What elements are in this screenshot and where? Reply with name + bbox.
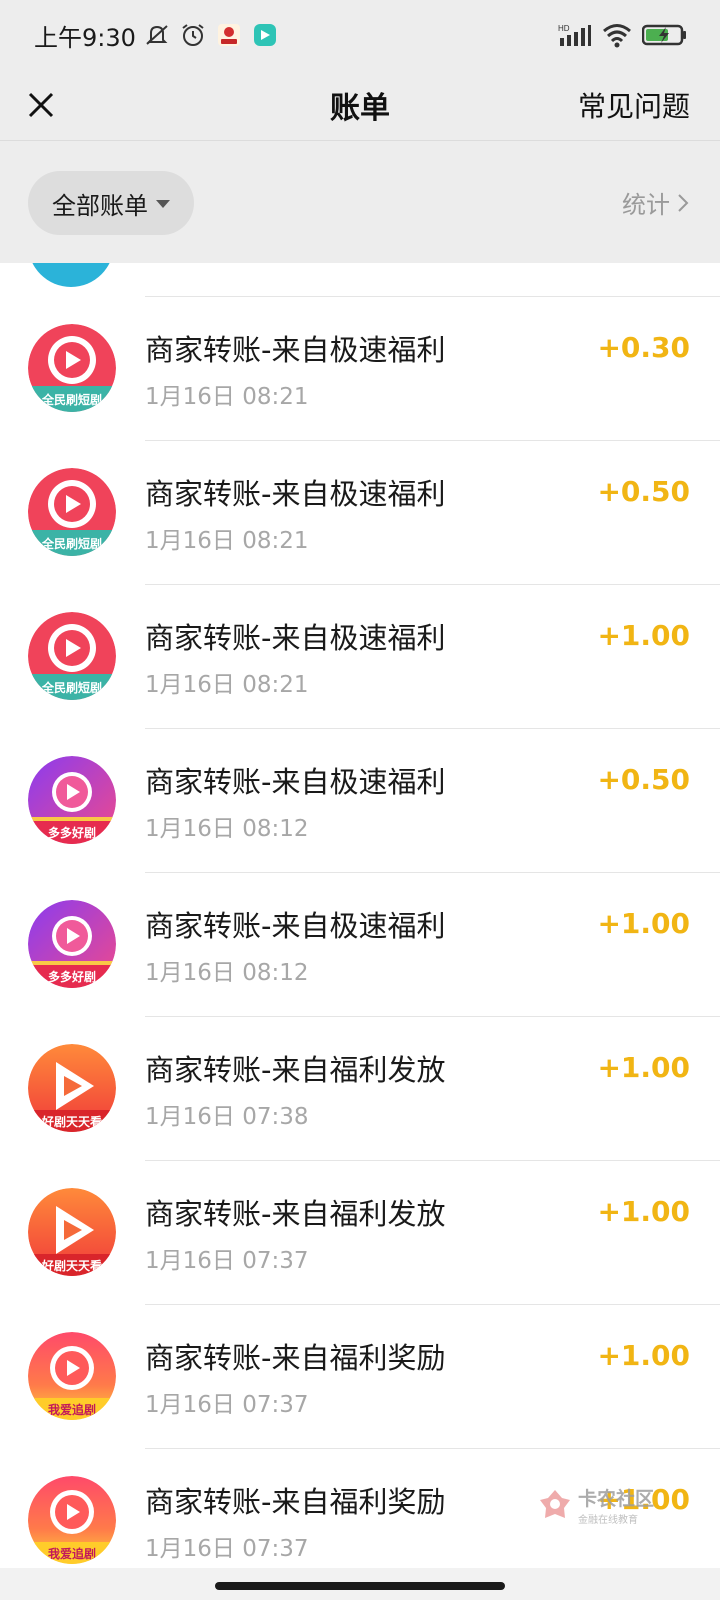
transaction-time: 1月16日 08:21 — [145, 384, 309, 410]
transaction-time: 1月16日 08:12 — [145, 816, 309, 842]
app-badge2-icon — [253, 24, 276, 46]
transaction-title: 商家转账-来自极速福利 — [145, 333, 446, 367]
woai-zhuiju-app-icon: 我爱追剧 — [28, 1476, 116, 1564]
transaction-row[interactable]: 全民刷短剧 商家转账-来自极速福利 1月16日 08:21 +0.50 — [0, 441, 720, 585]
svg-text:多多好剧: 多多好剧 — [48, 825, 96, 840]
transaction-title: 商家转账-来自福利发放 — [145, 1197, 446, 1231]
status-icons-right: HD — [558, 22, 688, 48]
chevron-right-icon — [678, 193, 689, 212]
watermark: 卡农社区 金融在线教育 — [538, 1480, 668, 1530]
transaction-title: 商家转账-来自极速福利 — [145, 909, 446, 943]
transaction-amount: +1.00 — [597, 619, 690, 652]
bill-type-dropdown-label: 全部账单 — [52, 191, 148, 220]
svg-text:好剧天天看: 好剧天天看 — [41, 1114, 102, 1129]
svg-text:全民刷短剧: 全民刷短剧 — [41, 392, 102, 407]
transaction-title: 商家转账-来自极速福利 — [145, 477, 446, 511]
transaction-time: 1月16日 07:37 — [145, 1392, 309, 1418]
partial-app-avatar — [28, 263, 114, 287]
transaction-amount: +0.30 — [597, 331, 690, 364]
transaction-time: 1月16日 07:38 — [145, 1104, 309, 1130]
duoduo-haoju-app-icon: 多多好剧 — [28, 900, 116, 988]
svg-text:多多好剧: 多多好剧 — [48, 969, 96, 984]
hd-signal-icon: HD — [558, 24, 591, 46]
watermark-sub-text: 金融在线教育 — [578, 1515, 638, 1526]
bill-type-dropdown[interactable]: 全部账单 — [28, 171, 194, 235]
svg-text:全民刷短剧: 全民刷短剧 — [41, 680, 102, 695]
watermark-main-text: 卡农社区 — [578, 1488, 655, 1510]
quanmin-shuaduanju-app-icon: 全民刷短剧 — [28, 468, 116, 556]
home-indicator[interactable] — [215, 1582, 505, 1590]
transaction-list[interactable]: 全民刷短剧 商家转账-来自极速福利 1月16日 08:21 +0.30 全民刷短… — [0, 263, 720, 1568]
stats-link[interactable]: 统计 — [622, 185, 690, 220]
transaction-amount: +0.50 — [597, 475, 690, 508]
transaction-time: 1月16日 07:37 — [145, 1536, 309, 1562]
transaction-row[interactable]: 多多好剧 商家转账-来自极速福利 1月16日 08:12 +1.00 — [0, 873, 720, 1017]
quanmin-shuaduanju-app-icon: 全民刷短剧 — [28, 324, 116, 412]
filter-bar: 全部账单 统计 — [0, 141, 720, 263]
quanmin-shuaduanju-app-icon: 全民刷短剧 — [28, 612, 116, 700]
transaction-row[interactable]: 全民刷短剧 商家转账-来自极速福利 1月16日 08:21 +1.00 — [0, 585, 720, 729]
transaction-title: 商家转账-来自极速福利 — [145, 765, 446, 799]
navigation-bar: 账单 常见问题 — [0, 70, 720, 140]
transaction-row[interactable]: 我爱追剧 商家转账-来自福利奖励 1月16日 07:37 +1.00 — [0, 1305, 720, 1449]
transaction-time: 1月16日 08:21 — [145, 528, 309, 554]
transaction-title: 商家转账-来自福利奖励 — [145, 1485, 446, 1519]
status-bar: 上午9:30 HD — [0, 0, 720, 70]
transaction-title: 商家转账-来自极速福利 — [145, 621, 446, 655]
transaction-amount: +0.50 — [597, 763, 690, 796]
status-time: 上午9:30 — [34, 23, 136, 52]
svg-text:好剧天天看: 好剧天天看 — [41, 1258, 102, 1273]
caret-down-icon — [156, 200, 170, 208]
alarm-icon — [182, 24, 204, 46]
battery-charging-icon — [642, 24, 686, 46]
haoju-tiantian-app-icon: 好剧天天看 — [28, 1188, 116, 1276]
transaction-amount: +1.00 — [597, 1051, 690, 1084]
mute-icon — [146, 25, 168, 45]
wifi-icon — [603, 24, 631, 48]
svg-text:我爱追剧: 我爱追剧 — [48, 1546, 96, 1561]
transaction-row[interactable]: 多多好剧 商家转账-来自极速福利 1月16日 08:12 +0.50 — [0, 729, 720, 873]
svg-text:全民刷短剧: 全民刷短剧 — [41, 536, 102, 551]
woai-zhuiju-app-icon: 我爱追剧 — [28, 1332, 116, 1420]
transaction-row[interactable]: 好剧天天看 商家转账-来自福利发放 1月16日 07:37 +1.00 — [0, 1161, 720, 1305]
svg-text:HD: HD — [558, 24, 570, 33]
transaction-amount: +1.00 — [597, 1339, 690, 1372]
transaction-time: 1月16日 08:21 — [145, 672, 309, 698]
haoju-tiantian-app-icon: 好剧天天看 — [28, 1044, 116, 1132]
duoduo-haoju-app-icon: 多多好剧 — [28, 756, 116, 844]
transaction-amount: +1.00 — [597, 907, 690, 940]
watermark-logo-icon — [540, 1490, 570, 1518]
transaction-row[interactable]: 全民刷短剧 商家转账-来自极速福利 1月16日 08:21 +0.30 — [0, 297, 720, 441]
stats-link-label: 统计 — [622, 191, 670, 219]
faq-link[interactable]: 常见问题 — [578, 85, 690, 125]
transaction-title: 商家转账-来自福利发放 — [145, 1053, 446, 1087]
transaction-row[interactable]: 好剧天天看 商家转账-来自福利发放 1月16日 07:38 +1.00 — [0, 1017, 720, 1161]
app-badge-icon — [217, 24, 240, 46]
transaction-title: 商家转账-来自福利奖励 — [145, 1341, 446, 1375]
transaction-amount: +1.00 — [597, 1195, 690, 1228]
transaction-time: 1月16日 07:37 — [145, 1248, 309, 1274]
svg-text:我爱追剧: 我爱追剧 — [48, 1402, 96, 1417]
status-icons-left — [144, 22, 278, 48]
transaction-time: 1月16日 08:12 — [145, 960, 309, 986]
